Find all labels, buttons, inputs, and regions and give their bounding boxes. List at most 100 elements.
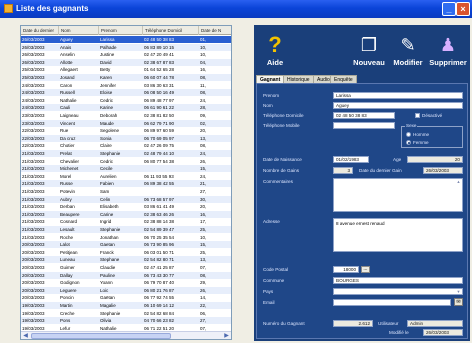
table-row[interactable]: 21/03/2003 Aubry Celin 06 73 68 57 97 30, (21, 195, 231, 203)
prenom-field[interactable]: Larissa (333, 92, 463, 99)
table-row[interactable]: 20/03/2003 Dallay Pauline 06 73 43 30 77 08, (21, 271, 231, 279)
nb-gains-label: Nombre de Gains (263, 168, 300, 173)
table-cell: Allotte (60, 59, 73, 65)
table-cell: 02 38 81 82 50 (144, 113, 175, 118)
table-row[interactable]: 24/03/2003 Nathalie Cedric 06 89 48 77 97 24… (21, 97, 231, 104)
table-row[interactable]: 20/03/2003 Petitjean Franck 06 03 01 50 71 2… (21, 249, 231, 256)
table-row[interactable]: 21/03/2003 Prelat Stephanie 02 48 79 44 10 2… (21, 150, 231, 158)
table-cell: Martin (60, 303, 73, 308)
adresse-field[interactable]: 8 avenue ernest renaud (333, 218, 463, 252)
table-cell: Poncin (60, 295, 74, 301)
table-row[interactable]: 24/03/2003 Cauli Karine 06 61 90 61 22 28, (21, 104, 231, 112)
address-book-icon[interactable]: ✉ (454, 298, 463, 306)
table-row[interactable]: 25/03/2003 Josand Karen 06 60 07 44 78 08, (21, 74, 231, 82)
commune-field[interactable]: BOURGES (333, 277, 463, 284)
adresse-label: Adresse (263, 219, 280, 224)
column-header-telephone[interactable]: Téléphone Domicil (143, 26, 199, 35)
table-row[interactable]: 20/03/2003 Godignon Yoann 06 79 70 87 40 29, (21, 279, 231, 286)
table-cell: Chotier (60, 143, 75, 149)
table-cell: 06 62 79 71 90 (144, 120, 175, 126)
column-header-naissance[interactable]: Date de N (199, 26, 231, 35)
table-row[interactable]: 21/03/2003 Cosnard Ingrid 02 38 88 14 38 17, (21, 218, 231, 225)
table-row[interactable]: 23/03/2003 Vincent Maude 06 62 79 71 90 02, (21, 119, 231, 127)
table-row[interactable]: 21/03/2003 Lesault Stephanie 02 54 89 39 47… (21, 226, 231, 234)
naissance-field[interactable]: 01/02/1983 (333, 156, 369, 163)
table-cell: Godignon (60, 280, 80, 286)
close-button[interactable]: × (456, 2, 470, 16)
column-header-prenom[interactable]: Prenom (99, 26, 143, 35)
table-row[interactable]: 20/03/2003 Leguere Loic 06 80 21 76 87 26, (21, 286, 231, 294)
table-row[interactable]: 22/03/2003 Rue Segolene 06 89 97 60 59 20, (21, 127, 231, 134)
table-row[interactable]: 21/03/2003 Chevalier Cedric 06 80 77 54 38 2… (21, 158, 231, 165)
table-cell: 06 89 38 42 55 (144, 181, 175, 187)
email-field[interactable] (333, 299, 451, 306)
table-cell: 17, (200, 219, 207, 225)
table-cell: 26/03/2003 (22, 59, 45, 65)
scrollbar-thumb[interactable] (31, 333, 171, 339)
horizontal-scrollbar[interactable]: ◀ ▶ (21, 331, 231, 339)
tab-enquete[interactable]: Enquête (330, 75, 357, 83)
table-cell: 02, (200, 120, 207, 126)
homme-radio[interactable] (406, 132, 411, 137)
table-row[interactable]: 24/03/2003 Russell Eloise 06 08 50 16 49 08, (21, 89, 231, 97)
table-cell: 10, (200, 52, 207, 58)
minimize-button[interactable]: _ (442, 2, 456, 16)
column-header-date[interactable]: Date du dernier (21, 26, 59, 35)
table-row[interactable]: 21/03/2003 Roche Jonathan 06 70 25 35 54 10, (21, 234, 231, 241)
table-row[interactable]: 20/03/2003 Guimer Claudie 02 47 41 25 87 07, (21, 264, 231, 271)
table-row[interactable]: 21/03/2003 Potevin Sam 27, (21, 188, 231, 195)
new-button[interactable]: ❐ Nouveau (351, 31, 387, 71)
tel-mobile-field[interactable] (333, 122, 395, 129)
table-cell: 13, (200, 135, 207, 141)
desactive-checkbox[interactable] (415, 113, 420, 118)
table-cell: 22/03/2003 (22, 128, 45, 134)
tab-historique[interactable]: Historique (283, 75, 314, 83)
table-row[interactable]: 21/03/2003 Beaupere Carine 02 38 63 46 26 16… (21, 210, 231, 218)
table-row[interactable]: 20/03/2003 Lalot Gaetan 06 73 90 85 96 15, (21, 241, 231, 249)
table-row[interactable]: 22/03/2003 Da cruz Sonia 06 70 69 05 97 13, (21, 134, 231, 142)
table-row[interactable]: 26/03/2003 Anais Palhade 06 83 89 10 15 10, (21, 43, 231, 51)
column-header-nom[interactable]: Nom (59, 26, 99, 35)
table-row[interactable]: 20/03/2003 Luneau Stephane 02 54 82 80 71 13… (21, 256, 231, 264)
help-button[interactable]: ? Aide (256, 31, 294, 71)
table-row[interactable]: 19/03/2003 Martin Magalie 06 10 69 14 12 22, (21, 302, 231, 310)
table-row[interactable]: 21/03/2003 Morel Aurelien 06 11 93 55 93 24, (21, 173, 231, 180)
table-cell: 06 03 01 50 71 (144, 249, 175, 255)
winner-form: Prenom Larissa Nom Aguey Téléphone Domic… (256, 83, 468, 339)
table-cell: 21/03/2003 (22, 196, 45, 202)
tab-gagnant[interactable]: Gagnant (256, 75, 285, 83)
table-cell: Prelat (60, 151, 72, 156)
table-row[interactable]: 19/03/2003 Creche Stephanie 02 54 82 68 84 0… (21, 310, 231, 317)
table-row[interactable]: 26/03/2003 Allotte David 02 38 67 87 83 04, (21, 58, 231, 66)
winners-table[interactable]: Date du dernier Nom Prenom Téléphone Dom… (20, 25, 232, 340)
table-row[interactable]: 21/03/2003 Michenet Cecile 15, (21, 165, 231, 173)
code-postal-field[interactable]: 18000 (333, 266, 359, 273)
table-row[interactable]: 21/03/2003 Russe Fabien 06 89 38 42 55 21, (21, 180, 231, 188)
help-button-label: Aide (266, 58, 284, 67)
table-cell: 06 60 07 44 78 (144, 75, 175, 80)
commentaires-field[interactable]: ▲ (333, 178, 463, 212)
pays-select[interactable]: ▼ (333, 288, 463, 295)
table-row[interactable]: 24/03/2003 Caron Jennifer 03 86 30 63 31 11, (21, 82, 231, 89)
table-row[interactable]: 19/03/2003 Pons Olivia 04 70 66 23 82 27, (21, 317, 231, 325)
table-row[interactable]: 23/03/2003 Laigneau Deborah 02 38 81 82 50 0… (21, 112, 231, 119)
delete-button[interactable]: ♟ Supprimer (428, 31, 468, 71)
table-cell: Aurelien (100, 173, 117, 179)
table-row[interactable]: 26/03/2003 Aguey Larissa 02 48 50 38 83 01, (21, 36, 231, 44)
nom-field[interactable]: Aguey (333, 102, 463, 109)
table-row[interactable]: 20/03/2003 Poncin Gaëtan 06 77 92 74 55 14, (21, 294, 231, 301)
table-cell: Justine (100, 52, 115, 58)
tel-domicile-field[interactable]: 02 48 50 38 83 (333, 112, 395, 119)
table-row[interactable]: 26/03/2003 Anselin Justine 02 47 20 49 41 10… (21, 51, 231, 58)
modify-button[interactable]: ✎ Modifier (390, 31, 426, 71)
scroll-right-icon[interactable]: ▶ (222, 332, 231, 339)
desactive-label: Désactivé (422, 113, 443, 118)
scroll-up-icon[interactable]: ▲ (456, 179, 461, 184)
table-row[interactable]: 22/03/2003 Chotier Claire 02 47 26 09 75 08, (21, 142, 231, 149)
code-postal-lookup-button[interactable]: ... (361, 266, 370, 273)
table-row[interactable]: 21/03/2003 Derban Elisabeth 03 86 61 41 49 2… (21, 203, 231, 210)
table-cell: 02 48 50 38 83 (144, 37, 175, 42)
table-row[interactable]: 25/03/2003 Allegaert Betty 01 64 52 65 28 16… (21, 66, 231, 73)
femme-radio[interactable] (406, 140, 411, 145)
scroll-left-icon[interactable]: ◀ (21, 332, 30, 339)
